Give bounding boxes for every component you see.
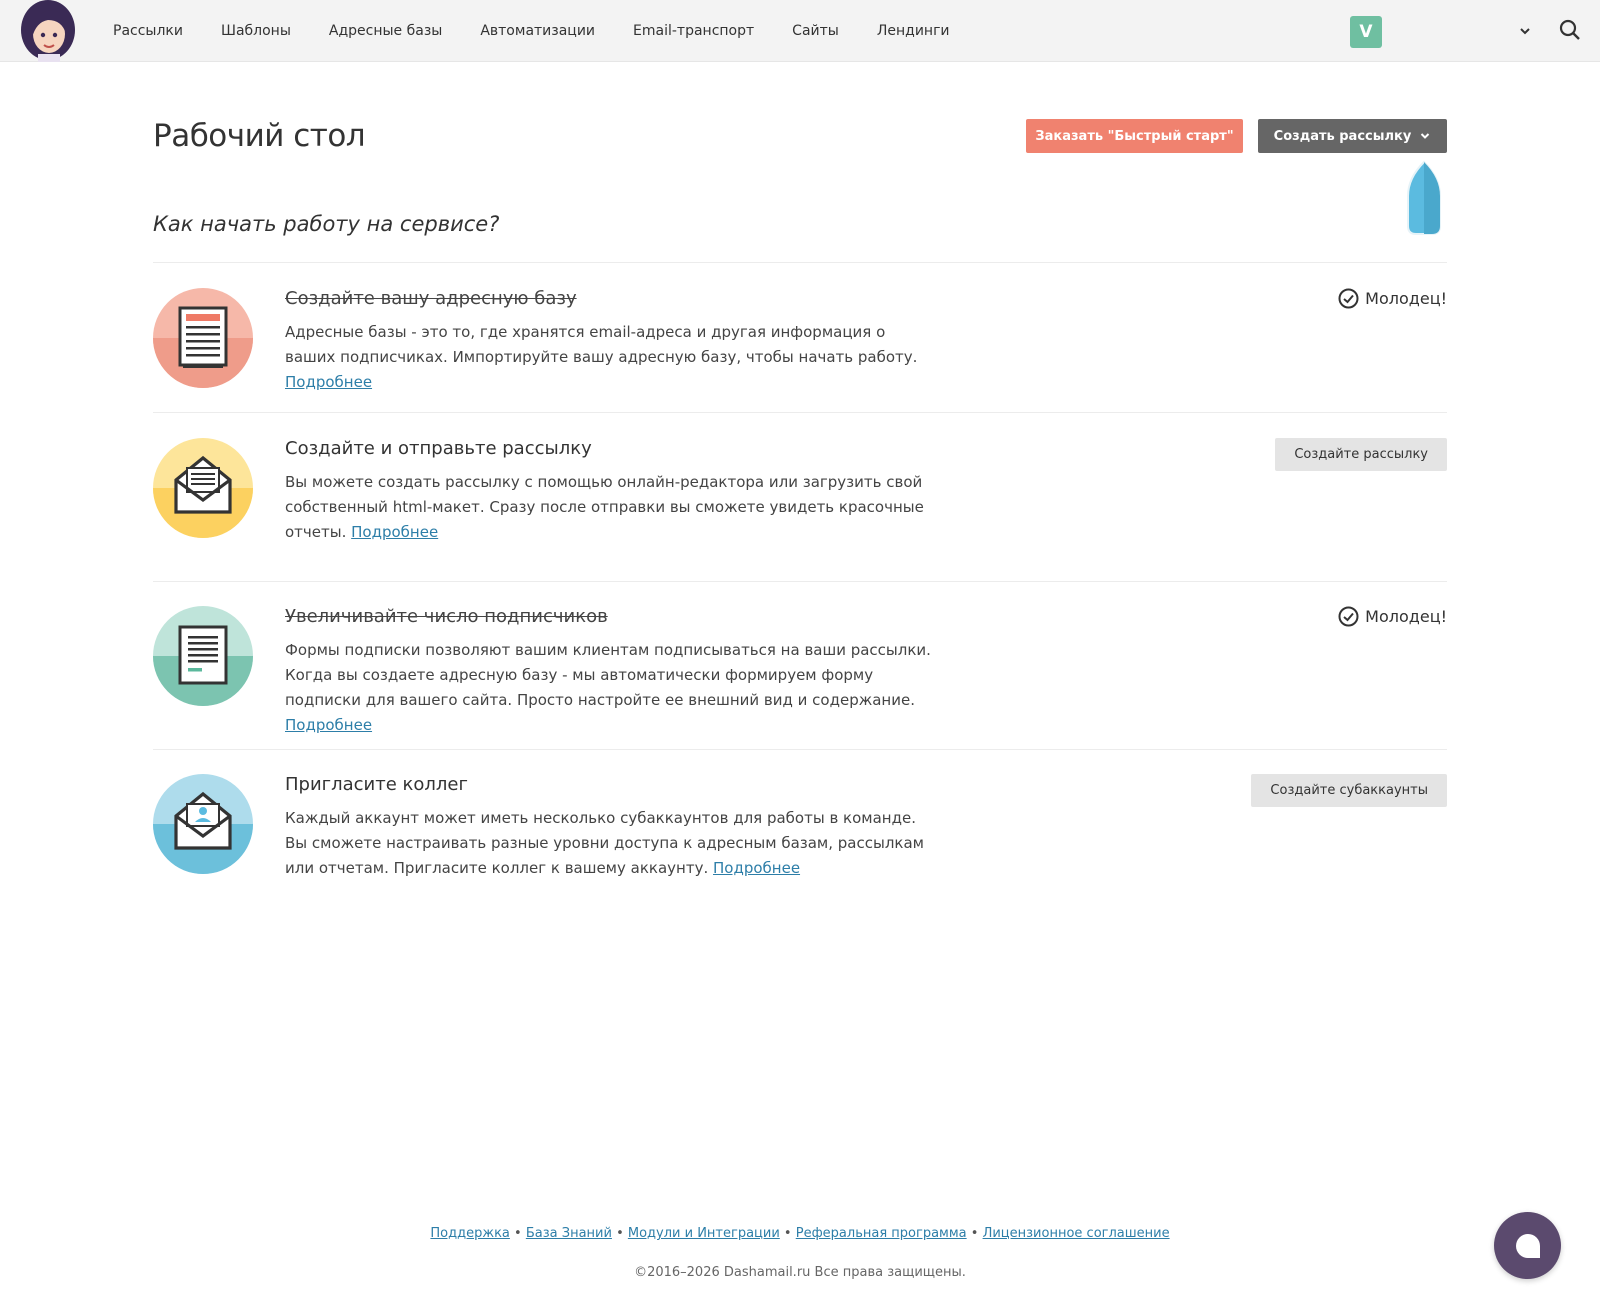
create-mailing-button[interactable]: Создать рассылку bbox=[1258, 119, 1447, 153]
step-description-text: Адресные базы - это то, где хранятся ema… bbox=[285, 323, 918, 366]
footer-link-license[interactable]: Лицензионное соглашение bbox=[983, 1226, 1170, 1241]
chevron-down-icon[interactable] bbox=[1516, 22, 1534, 40]
step-title: Создайте вашу адресную базу bbox=[285, 288, 577, 309]
more-link[interactable]: Подробнее bbox=[285, 716, 372, 734]
divider bbox=[153, 749, 1447, 750]
create-subaccounts-button[interactable]: Создайте субаккаунты bbox=[1251, 774, 1447, 807]
step-description: Адресные базы - это то, где хранятся ema… bbox=[285, 320, 935, 395]
more-link[interactable]: Подробнее bbox=[285, 373, 372, 391]
chat-bubble-icon bbox=[1515, 1233, 1540, 1258]
nav-item-automations[interactable]: Автоматизации bbox=[461, 23, 614, 39]
envelope-letter-icon bbox=[153, 438, 253, 538]
status-done: Молодец! bbox=[1338, 606, 1447, 627]
status-done-label: Молодец! bbox=[1365, 289, 1447, 308]
more-link[interactable]: Подробнее bbox=[351, 523, 438, 541]
quick-start-button[interactable]: Заказать "Быстрый старт" bbox=[1026, 119, 1243, 153]
chat-button[interactable] bbox=[1494, 1212, 1561, 1279]
divider bbox=[153, 412, 1447, 413]
main-nav: Рассылки Шаблоны Адресные базы Автоматиз… bbox=[94, 0, 969, 62]
page-title: Рабочий стол bbox=[153, 118, 366, 154]
footer-link-integrations[interactable]: Модули и Интеграции bbox=[628, 1226, 780, 1241]
nav-item-sites[interactable]: Сайты bbox=[773, 23, 858, 39]
nav-item-address-bases[interactable]: Адресные базы bbox=[310, 23, 461, 39]
top-navigation-bar: Рассылки Шаблоны Адресные базы Автоматиз… bbox=[0, 0, 1600, 62]
create-mailing-label: Создать рассылку bbox=[1273, 128, 1412, 144]
nav-item-email-transport[interactable]: Email-транспорт bbox=[614, 23, 773, 39]
divider bbox=[153, 262, 1447, 263]
divider bbox=[153, 581, 1447, 582]
onboarding-subtitle: Как начать работу на сервисе? bbox=[153, 212, 500, 236]
drop-decoration-icon bbox=[1406, 160, 1442, 238]
step-description-text: Формы подписки позволяют вашим клиентам … bbox=[285, 641, 931, 709]
logo-avatar-icon[interactable] bbox=[18, 0, 78, 62]
subscribe-form-icon bbox=[153, 606, 253, 706]
step-title: Создайте и отправьте рассылку bbox=[285, 438, 592, 459]
create-mailing-step-button[interactable]: Создайте рассылку bbox=[1275, 438, 1447, 471]
nav-item-mailings[interactable]: Рассылки bbox=[94, 23, 202, 39]
check-circle-icon bbox=[1338, 606, 1359, 627]
address-book-icon bbox=[153, 288, 253, 388]
footer-link-knowledge-base[interactable]: База Знаний bbox=[526, 1226, 612, 1241]
step-title: Увеличивайте число подписчиков bbox=[285, 606, 608, 627]
step-description-text: Каждый аккаунт может иметь несколько суб… bbox=[285, 809, 924, 877]
account-avatar[interactable]: V bbox=[1350, 16, 1382, 48]
invite-envelope-icon bbox=[153, 774, 253, 874]
step-description: Каждый аккаунт может иметь несколько суб… bbox=[285, 806, 935, 881]
step-title: Пригласите коллег bbox=[285, 774, 468, 795]
more-link[interactable]: Подробнее bbox=[713, 859, 800, 877]
status-done: Молодец! bbox=[1338, 288, 1447, 309]
footer-links: Поддержка • База Знаний • Модули и Интег… bbox=[430, 1226, 1170, 1241]
step-description: Формы подписки позволяют вашим клиентам … bbox=[285, 638, 935, 738]
status-done-label: Молодец! bbox=[1365, 607, 1447, 626]
check-circle-icon bbox=[1338, 288, 1359, 309]
chevron-down-icon bbox=[1421, 133, 1430, 139]
nav-item-templates[interactable]: Шаблоны bbox=[202, 23, 310, 39]
step-description: Вы можете создать рассылку с помощью онл… bbox=[285, 470, 935, 545]
footer-copyright: ©2016–2026 Dashamail.ru Все права защище… bbox=[634, 1265, 966, 1280]
footer-link-referral[interactable]: Реферальная программа bbox=[796, 1226, 967, 1241]
footer-link-support[interactable]: Поддержка bbox=[430, 1226, 510, 1241]
nav-item-landings[interactable]: Лендинги bbox=[858, 23, 969, 39]
search-icon[interactable] bbox=[1558, 18, 1582, 42]
